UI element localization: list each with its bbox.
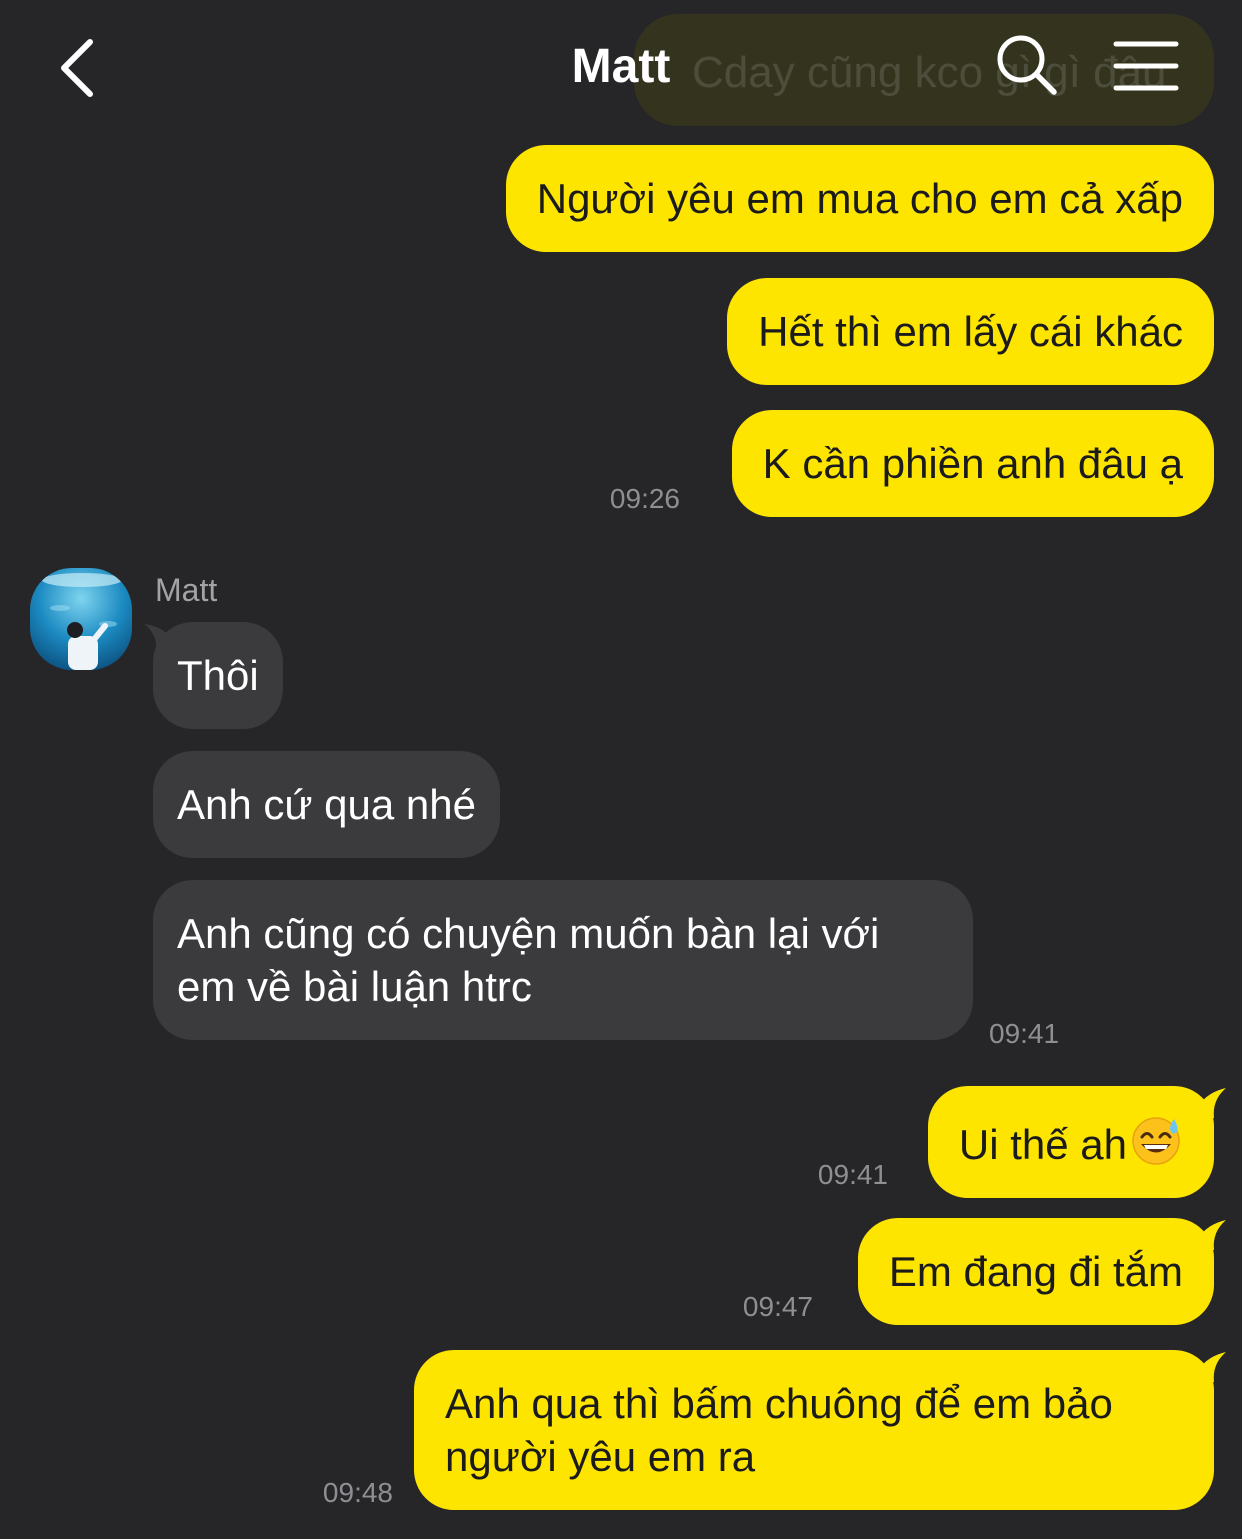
avatar[interactable] [30, 568, 132, 670]
message-text: Anh cứ qua nhé [177, 781, 477, 828]
avatar-photo [30, 568, 132, 670]
message-text: Thôi [177, 652, 259, 699]
message-text: Người yêu em mua cho em cả xấp [536, 175, 1183, 222]
search-icon [997, 35, 1057, 95]
chevron-left-icon [61, 39, 93, 97]
outgoing-message[interactable]: Em đang đi tắm [857, 1218, 1214, 1325]
incoming-message[interactable]: Anh cũng có chuyện muốn bàn lại với em v… [153, 880, 973, 1040]
message-text: K cần phiền anh đâu ạ [762, 440, 1183, 487]
sender-name: Matt [155, 572, 218, 608]
message-text: Em đang đi tắm [888, 1248, 1183, 1295]
chat-title: Matt [571, 40, 671, 93]
message-timestamp: 09:41 [817, 1159, 888, 1190]
message-text-line: Anh cũng có chuyện muốn bàn lại với [177, 910, 880, 957]
hamburger-menu-icon [1113, 41, 1179, 91]
outgoing-message[interactable]: Hết thì em lấy cái khác [727, 278, 1214, 385]
message-timestamp: 09:41 [989, 1018, 1060, 1049]
message-timestamp: 09:48 [322, 1477, 393, 1508]
message-timestamp: 09:47 [742, 1291, 813, 1322]
incoming-message[interactable]: Thôi [153, 622, 283, 729]
message-text: Ui thế ah [958, 1121, 1127, 1168]
sweat-smile-emoji [1129, 1113, 1183, 1167]
outgoing-message[interactable]: Anh qua thì bấm chuông để em bảo người y… [414, 1350, 1214, 1510]
message-text: Hết thì em lấy cái khác [758, 308, 1183, 355]
bubble-tail [1196, 1088, 1226, 1118]
back-button[interactable] [40, 28, 120, 108]
bubble-tail [1196, 1220, 1226, 1250]
search-button[interactable] [992, 30, 1060, 98]
menu-button[interactable] [1110, 36, 1182, 96]
message-text-line: em về bài luận htrc [177, 963, 532, 1010]
outgoing-message[interactable]: Ui thế ah [927, 1086, 1214, 1198]
outgoing-message[interactable]: K cần phiền anh đâu ạ [731, 410, 1214, 517]
message-timestamp: 09:26 [609, 483, 680, 514]
outgoing-message[interactable]: Người yêu em mua cho em cả xấp [505, 145, 1214, 252]
message-text-line: người yêu em ra [445, 1433, 756, 1480]
bubble-tail [1196, 1352, 1226, 1382]
incoming-message[interactable]: Anh cứ qua nhé [153, 751, 501, 858]
message-text-line: Anh qua thì bấm chuông để em bảo [445, 1380, 1113, 1427]
